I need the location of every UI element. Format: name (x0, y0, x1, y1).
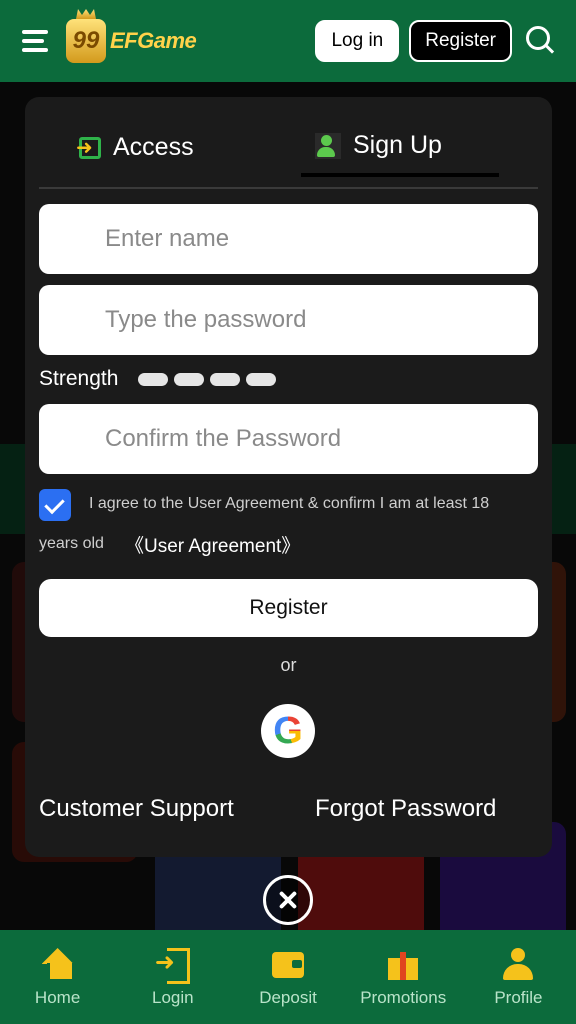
nav-login[interactable]: Login (115, 930, 230, 1024)
search-icon[interactable] (522, 23, 558, 59)
strength-segment (174, 372, 205, 386)
strength-meter (138, 372, 277, 386)
customer-support-link[interactable]: Customer Support (39, 795, 234, 823)
confirm-password-field[interactable] (39, 404, 538, 474)
active-tab-indicator (301, 173, 499, 177)
nav-profile[interactable]: Profile (461, 930, 576, 1024)
nav-promotions[interactable]: Promotions (346, 930, 461, 1024)
profile-icon (500, 946, 536, 982)
tab-access[interactable]: Access (76, 133, 194, 162)
nav-profile-label: Profile (494, 988, 543, 1007)
agreement-text-cont: years old (39, 535, 104, 552)
nav-deposit[interactable]: Deposit (230, 930, 345, 1024)
gift-icon (385, 946, 421, 982)
confirm-password-input[interactable] (105, 425, 538, 453)
strength-segment (246, 372, 277, 386)
bottom-nav: Home Login Deposit Promotions Profile (0, 930, 576, 1024)
auth-tabs: Access Sign Up (39, 97, 538, 189)
tab-access-label: Access (113, 133, 194, 161)
register-header-button[interactable]: Register (409, 20, 512, 62)
login-button[interactable]: Log in (315, 20, 400, 62)
logo-badge: 99 (66, 19, 106, 63)
or-divider: or (280, 655, 297, 675)
name-field[interactable] (39, 204, 538, 274)
nav-home-label: Home (34, 988, 81, 1007)
strength-label: Strength (39, 367, 119, 390)
add-user-icon (315, 132, 341, 159)
register-button[interactable]: Register (39, 579, 538, 637)
logo[interactable]: 99 EFGame (66, 19, 197, 63)
google-signin-button[interactable]: G (261, 704, 315, 758)
close-modal-icon[interactable] (263, 875, 313, 925)
agreement-text: I agree to the User Agreement & confirm … (89, 495, 490, 512)
password-strength: Strength (39, 367, 277, 391)
nav-deposit-label: Deposit (259, 988, 317, 1007)
wallet-icon (270, 946, 306, 982)
home-icon (40, 946, 76, 982)
login-icon (155, 946, 191, 984)
access-icon (76, 135, 101, 160)
top-actions: Log in Register (315, 20, 558, 62)
agreement-checkbox[interactable] (39, 489, 71, 521)
password-input[interactable] (105, 306, 538, 334)
nav-promotions-label: Promotions (360, 988, 447, 1007)
name-input[interactable] (105, 225, 538, 253)
menu-icon[interactable] (18, 26, 56, 56)
signup-modal: Access Sign Up Strength I agree to the U… (25, 97, 552, 857)
tab-signup-label: Sign Up (353, 131, 442, 159)
logo-text: EFGame (110, 28, 197, 53)
top-bar: 99 EFGame Log in Register (0, 0, 576, 82)
nav-home[interactable]: Home (0, 930, 115, 1024)
tab-signup[interactable]: Sign Up (315, 131, 442, 160)
strength-segment (138, 372, 169, 386)
google-icon: G (273, 710, 303, 752)
forgot-password-link[interactable]: Forgot Password (315, 795, 496, 823)
user-agreement-link[interactable]: 《User Agreement》 (125, 531, 300, 558)
strength-segment (210, 372, 241, 386)
password-field[interactable] (39, 285, 538, 355)
nav-login-label: Login (152, 988, 194, 1007)
